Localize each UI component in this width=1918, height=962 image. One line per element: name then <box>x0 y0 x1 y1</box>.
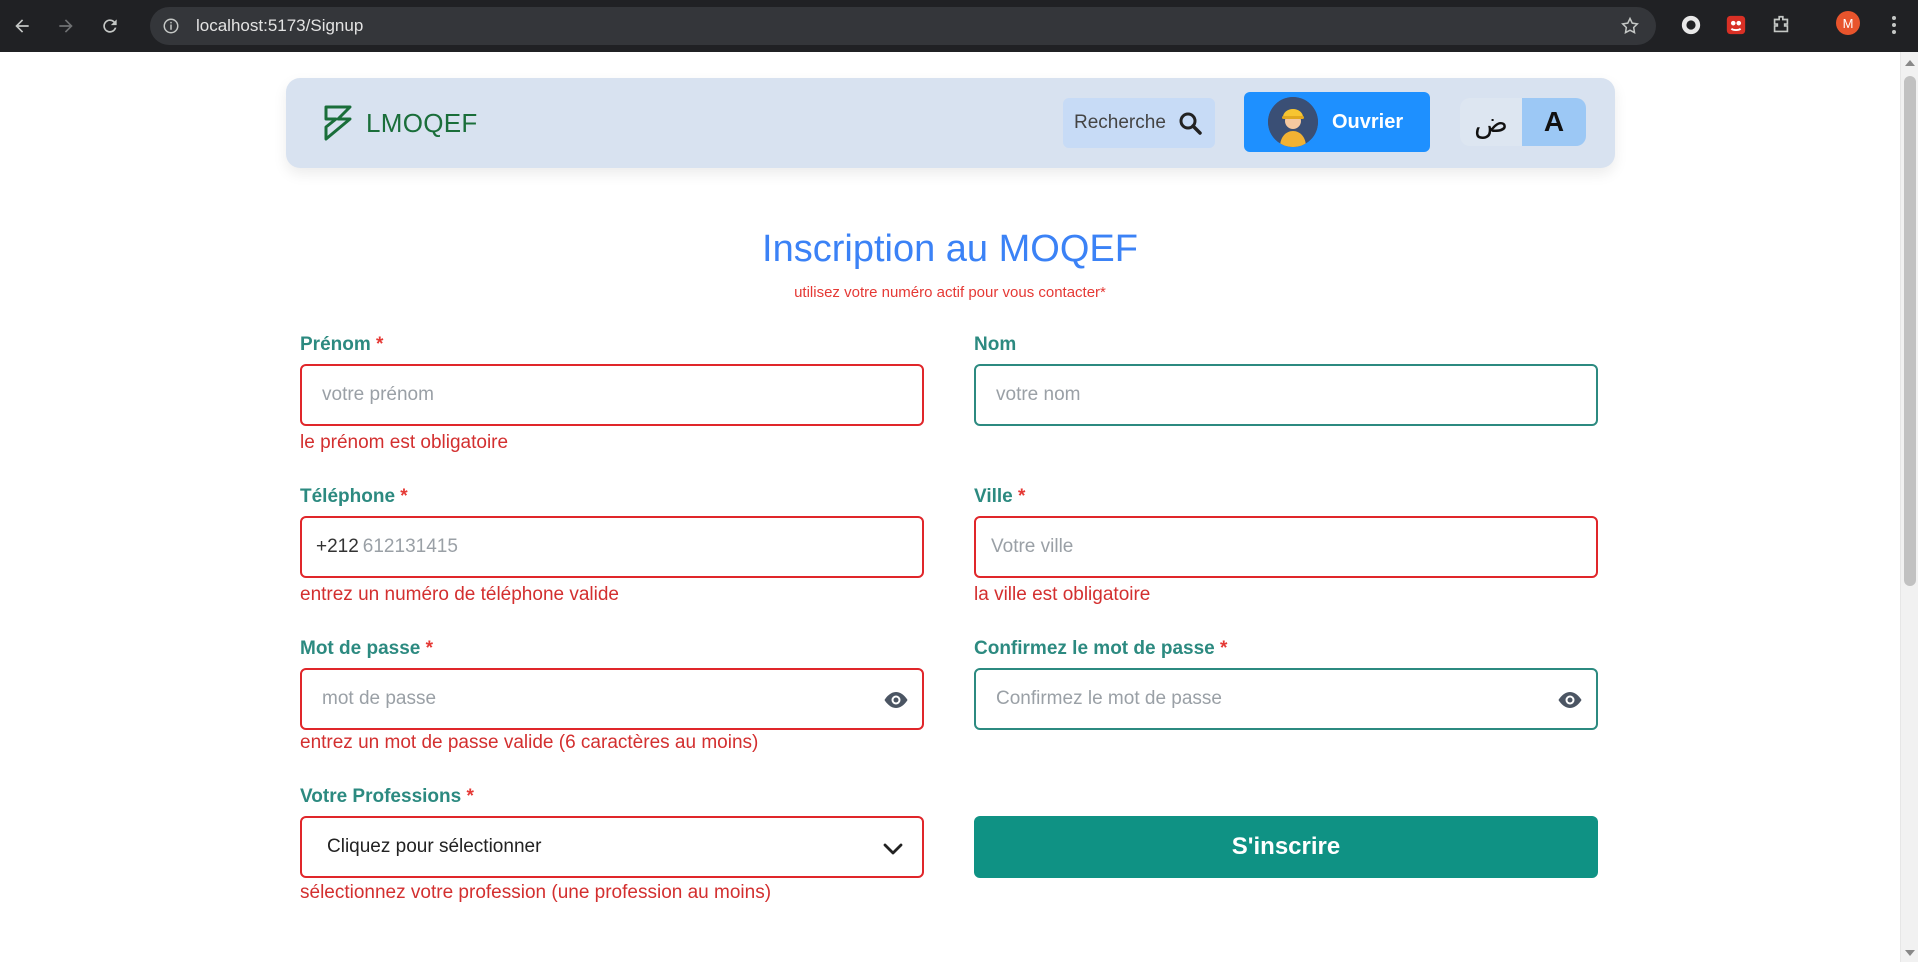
phone-label: Téléphone * <box>300 486 408 507</box>
first-name-error: le prénom est obligatoire <box>300 432 509 453</box>
chevron-down-icon <box>883 843 903 855</box>
scroll-down-arrow-icon[interactable] <box>1905 950 1915 956</box>
phone-input[interactable]: +212 612131415 <box>300 516 924 578</box>
profession-error: sélectionnez votre profession (une profe… <box>300 882 772 903</box>
show-confirm-password-eye-icon[interactable] <box>1556 688 1584 712</box>
city-error: la ville est obligatoire <box>974 584 1151 605</box>
first-name-label: Prénom * <box>300 334 384 355</box>
profession-label: Votre Professions * <box>300 786 474 807</box>
last-name-label: Nom <box>974 334 1017 355</box>
reload-button[interactable] <box>88 0 132 52</box>
phone-error: entrez un numéro de téléphone valide <box>300 584 620 605</box>
worker-avatar-icon <box>1268 97 1318 147</box>
page-scrollbar[interactable] <box>1900 52 1918 962</box>
signup-submit-button[interactable]: S'inscrire <box>974 816 1598 878</box>
site-navbar: LMOQEF Recherche Ouvrier ض A <box>286 78 1615 168</box>
url-text[interactable]: localhost:5173/Signup <box>196 16 363 36</box>
forward-button[interactable] <box>44 0 88 52</box>
password-error: entrez un mot de passe valide (6 caractè… <box>300 732 759 753</box>
city-input[interactable]: Votre ville <box>974 516 1598 578</box>
language-switch: ض A <box>1460 98 1586 146</box>
reload-icon <box>103 19 117 33</box>
confirm-password-label: Confirmez le mot de passe * <box>974 638 1228 659</box>
phone-prefix: +212 <box>316 536 359 557</box>
phone-placeholder: 612131415 <box>362 536 458 557</box>
profession-select-value: Cliquez pour sélectionner <box>327 836 542 857</box>
city-placeholder: Votre ville <box>991 536 1074 557</box>
password-label: Mot de passe * <box>300 638 434 659</box>
show-password-eye-icon[interactable] <box>882 688 910 712</box>
profession-select[interactable]: Cliquez pour sélectionner <box>300 816 924 878</box>
extensions-puzzle-icon[interactable] <box>1768 12 1794 38</box>
bookmark-star-icon[interactable] <box>1620 16 1640 36</box>
worker-button[interactable]: Ouvrier <box>1244 92 1430 152</box>
search-label: Recherche <box>1074 112 1166 133</box>
scroll-thumb[interactable] <box>1904 76 1916 586</box>
address-bar[interactable]: localhost:5173/Signup <box>150 7 1656 45</box>
arrow-right-icon <box>59 19 73 33</box>
page-viewport: LMOQEF Recherche Ouvrier ض A Inscription… <box>0 52 1918 962</box>
search-icon <box>1179 112 1202 135</box>
profile-avatar[interactable]: M <box>1836 11 1860 35</box>
brand-logo-icon <box>324 105 352 141</box>
password-placeholder: mot de passe <box>322 688 437 709</box>
page-title: Inscription au MOQEF <box>762 228 1138 270</box>
brand[interactable]: LMOQEF <box>322 103 478 143</box>
page-subtitle: utilisez votre numéro actif pour vous co… <box>794 284 1106 301</box>
scroll-up-arrow-icon[interactable] <box>1905 60 1915 66</box>
first-name-input[interactable]: votre prénom <box>300 364 924 426</box>
site-info-icon[interactable] <box>160 15 182 37</box>
brand-name: LMOQEF <box>366 107 478 138</box>
last-name-placeholder: votre nom <box>996 384 1081 405</box>
confirm-password-placeholder: Confirmez le mot de passe <box>996 688 1222 709</box>
city-label: Ville * <box>974 486 1026 507</box>
browser-menu-icon[interactable] <box>1884 12 1904 38</box>
search-button[interactable]: Recherche <box>1063 98 1215 148</box>
lang-french-button[interactable]: A <box>1522 98 1586 146</box>
extension-icon-2[interactable] <box>1723 12 1749 38</box>
lang-arabic-button[interactable]: ض <box>1460 98 1522 146</box>
password-input[interactable]: mot de passe <box>300 668 924 730</box>
back-button[interactable] <box>0 0 44 52</box>
first-name-placeholder: votre prénom <box>322 384 434 405</box>
confirm-password-input[interactable]: Confirmez le mot de passe <box>974 668 1598 730</box>
arrow-left-icon <box>15 19 29 33</box>
extension-icon-1[interactable] <box>1678 12 1704 38</box>
last-name-input[interactable]: votre nom <box>974 364 1598 426</box>
browser-toolbar: localhost:5173/Signup M <box>0 0 1918 52</box>
worker-label: Ouvrier <box>1332 110 1404 133</box>
